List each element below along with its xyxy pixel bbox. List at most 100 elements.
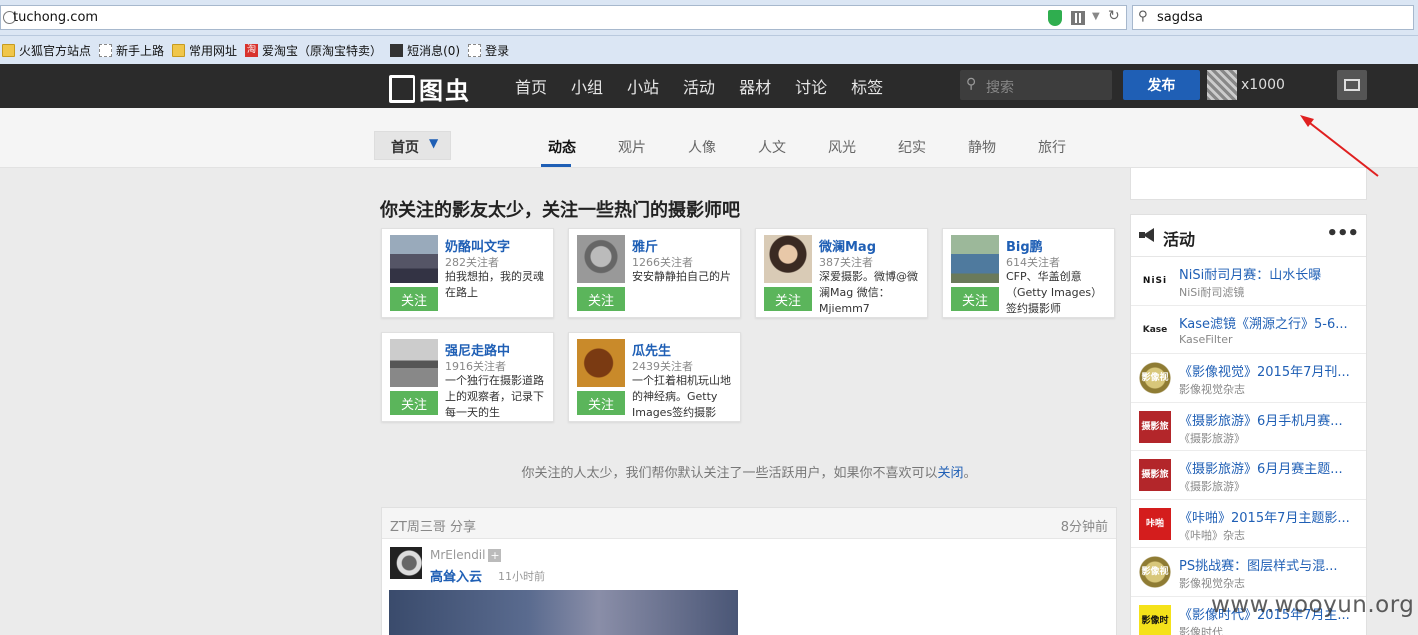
taobao-icon: 淘 bbox=[245, 43, 259, 57]
tab-documentary[interactable]: 纪实 bbox=[877, 137, 947, 157]
activity-title[interactable]: NiSi耐司月赛：山水长曝 bbox=[1179, 264, 1361, 283]
photographer-avatar[interactable] bbox=[577, 339, 625, 387]
bookmark-item[interactable]: 淘爱淘宝（原淘宝特卖） bbox=[245, 42, 382, 59]
share-time: 8分钟前 bbox=[1060, 520, 1108, 535]
activity-logo[interactable]: 咔啪 bbox=[1139, 507, 1171, 540]
activity-logo[interactable]: 影像视觉 bbox=[1139, 556, 1171, 588]
nav-link-sites[interactable]: 小站 bbox=[627, 74, 659, 98]
activity-title[interactable]: 《咔啪》2015年7月主题影... bbox=[1179, 507, 1361, 526]
nav-link-tags[interactable]: 标签 bbox=[851, 74, 883, 98]
nav-link-home[interactable]: 首页 bbox=[515, 74, 547, 98]
tab-viewing[interactable]: 观片 bbox=[597, 137, 667, 157]
photographer-bio: 深爱摄影。微博@微澜Mag 微信：Mjiemm7 bbox=[819, 270, 918, 315]
photographer-name[interactable]: 雅斤 bbox=[632, 236, 658, 255]
activity-organizer: 影像视觉杂志 bbox=[1179, 383, 1245, 396]
activity-logo[interactable]: Kase bbox=[1139, 313, 1171, 346]
activity-item[interactable]: 摄影旅游《摄影旅游》6月月赛主题... 《摄影旅游》 bbox=[1131, 451, 1366, 500]
activity-title[interactable]: PS挑战赛：图层样式与混... bbox=[1179, 555, 1361, 574]
activity-item[interactable]: NiSi NiSi耐司月赛：山水长曝 NiSi耐司滤镜 bbox=[1131, 257, 1366, 306]
follow-button[interactable]: 关注 bbox=[577, 391, 625, 415]
publish-button[interactable]: 发布 bbox=[1123, 70, 1200, 100]
activity-item[interactable]: 摄影旅游《摄影旅游》6月手机月赛... 《摄影旅游》 bbox=[1131, 403, 1366, 451]
more-icon[interactable]: ••• bbox=[1326, 223, 1359, 244]
activity-item[interactable]: 咔啪 《咔啪》2015年7月主题影... 《咔啪》杂志 bbox=[1131, 500, 1366, 548]
tab-still-life[interactable]: 静物 bbox=[947, 137, 1017, 157]
username[interactable]: x1000 bbox=[1241, 77, 1285, 93]
author-name[interactable]: MrElendil bbox=[430, 548, 485, 562]
photographer-avatar[interactable] bbox=[951, 235, 999, 283]
photographer-name[interactable]: Big鹏 bbox=[1006, 236, 1043, 255]
activity-item[interactable]: 影像视觉 PS挑战赛：图层样式与混... 影像视觉杂志 bbox=[1131, 548, 1366, 597]
photographer-name[interactable]: 微澜Mag bbox=[819, 236, 876, 255]
bookmark-item[interactable]: 火狐官方站点 bbox=[2, 42, 91, 59]
folder-icon bbox=[172, 43, 186, 57]
address-bar[interactable]: tuchong.com ▼ ↻ bbox=[0, 5, 1127, 30]
site-logo[interactable]: 图虫 bbox=[389, 71, 471, 106]
bookmark-item[interactable]: 短消息(0) bbox=[390, 42, 460, 59]
post-title[interactable]: 高耸入云 bbox=[430, 566, 482, 585]
mail-button[interactable] bbox=[1337, 70, 1367, 100]
follow-button[interactable]: 关注 bbox=[951, 287, 999, 311]
photographer-name[interactable]: 奶酪叫文字 bbox=[445, 236, 510, 255]
follow-button[interactable]: 关注 bbox=[764, 287, 812, 311]
home-dropdown[interactable]: 首页 ▼ bbox=[374, 131, 451, 160]
activity-logo[interactable]: 影像时代 bbox=[1139, 604, 1171, 635]
photographer-bio: 拍我想拍，我的灵魂在路上 bbox=[445, 270, 544, 299]
follow-button[interactable]: 关注 bbox=[390, 391, 438, 415]
follower-count: 1916关注者 bbox=[445, 360, 506, 373]
close-link[interactable]: 关闭 bbox=[937, 466, 963, 481]
post-photo[interactable] bbox=[389, 590, 738, 635]
follow-button[interactable]: 关注 bbox=[390, 287, 438, 311]
activity-organizer: 《摄影旅游》 bbox=[1179, 480, 1245, 493]
activity-title[interactable]: 《摄影旅游》6月月赛主题... bbox=[1179, 458, 1361, 477]
bookmark-label: 登录 bbox=[485, 43, 510, 58]
follow-button[interactable]: 关注 bbox=[577, 287, 625, 311]
photographer-name[interactable]: 强尼走路中 bbox=[445, 340, 510, 359]
photographer-avatar[interactable] bbox=[764, 235, 812, 283]
nav-link-events[interactable]: 活动 bbox=[683, 74, 715, 98]
dropdown-arrow-icon[interactable]: ▼ bbox=[1092, 11, 1100, 22]
user-avatar[interactable] bbox=[1207, 70, 1237, 100]
activity-logo[interactable]: 影像视觉 bbox=[1139, 362, 1171, 394]
activity-logo[interactable]: NiSi bbox=[1139, 265, 1171, 297]
activity-logo[interactable]: 摄影旅游 bbox=[1139, 459, 1171, 491]
qr-code-icon[interactable] bbox=[1071, 11, 1085, 25]
activity-item[interactable]: 影像视觉《影像视觉》2015年7月刊... 影像视觉杂志 bbox=[1131, 354, 1366, 403]
post-time: 11小时前 bbox=[498, 570, 545, 583]
activity-organizer: KaseFilter bbox=[1179, 332, 1233, 346]
security-shield-icon[interactable] bbox=[1048, 10, 1062, 26]
tab-landscape[interactable]: 风光 bbox=[807, 137, 877, 157]
activity-title[interactable]: 《影像视觉》2015年7月刊... bbox=[1179, 361, 1361, 380]
bookmark-item[interactable]: 常用网址 bbox=[172, 42, 237, 59]
feed-item: ZT周三哥 分享 8分钟前 MrElendil + 高耸入云 11小时前 bbox=[381, 507, 1117, 635]
photographer-avatar[interactable] bbox=[390, 339, 438, 387]
photographer-avatar[interactable] bbox=[390, 235, 438, 283]
url-text[interactable]: tuchong.com bbox=[13, 10, 98, 25]
nav-link-discuss[interactable]: 讨论 bbox=[795, 74, 827, 98]
activity-logo[interactable]: 摄影旅游 bbox=[1139, 410, 1171, 443]
browser-search-box[interactable]: ⚲ sagdsa bbox=[1132, 5, 1414, 30]
nav-link-groups[interactable]: 小组 bbox=[571, 74, 603, 98]
photographer-name[interactable]: 瓜先生 bbox=[632, 340, 671, 359]
activity-title[interactable]: Kase滤镜《溯源之行》5-6... bbox=[1179, 313, 1361, 332]
photographer-card: 关注 奶酪叫文字 282关注者 拍我想拍，我的灵魂在路上 bbox=[381, 228, 554, 318]
site-search-input[interactable]: ⚲ 搜索 bbox=[960, 70, 1112, 100]
author-avatar[interactable] bbox=[390, 547, 422, 579]
activity-item[interactable]: Kase Kase滤镜《溯源之行》5-6... KaseFilter bbox=[1131, 306, 1366, 354]
photographer-avatar[interactable] bbox=[577, 235, 625, 283]
nav-link-gear[interactable]: 器材 bbox=[739, 74, 771, 98]
tab-travel[interactable]: 旅行 bbox=[1017, 137, 1087, 157]
share-info[interactable]: ZT周三哥 分享 bbox=[390, 516, 476, 535]
tab-feed[interactable]: 动态 bbox=[527, 137, 597, 167]
follow-plus-icon[interactable]: + bbox=[488, 549, 502, 562]
reload-icon[interactable]: ↻ bbox=[1108, 8, 1120, 24]
sub-nav: 首页 ▼ 动态 观片 人像 人文 风光 纪实 静物 旅行 bbox=[0, 108, 1418, 168]
browser-search-text[interactable]: sagdsa bbox=[1157, 10, 1203, 25]
folder-icon bbox=[2, 43, 15, 57]
tab-portrait[interactable]: 人像 bbox=[667, 137, 737, 157]
tab-humanity[interactable]: 人文 bbox=[737, 137, 807, 157]
bookmark-item[interactable]: 登录 bbox=[468, 42, 509, 59]
page-icon bbox=[99, 43, 113, 57]
bookmark-item[interactable]: 新手上路 bbox=[99, 42, 164, 59]
activity-title[interactable]: 《摄影旅游》6月手机月赛... bbox=[1179, 410, 1361, 429]
